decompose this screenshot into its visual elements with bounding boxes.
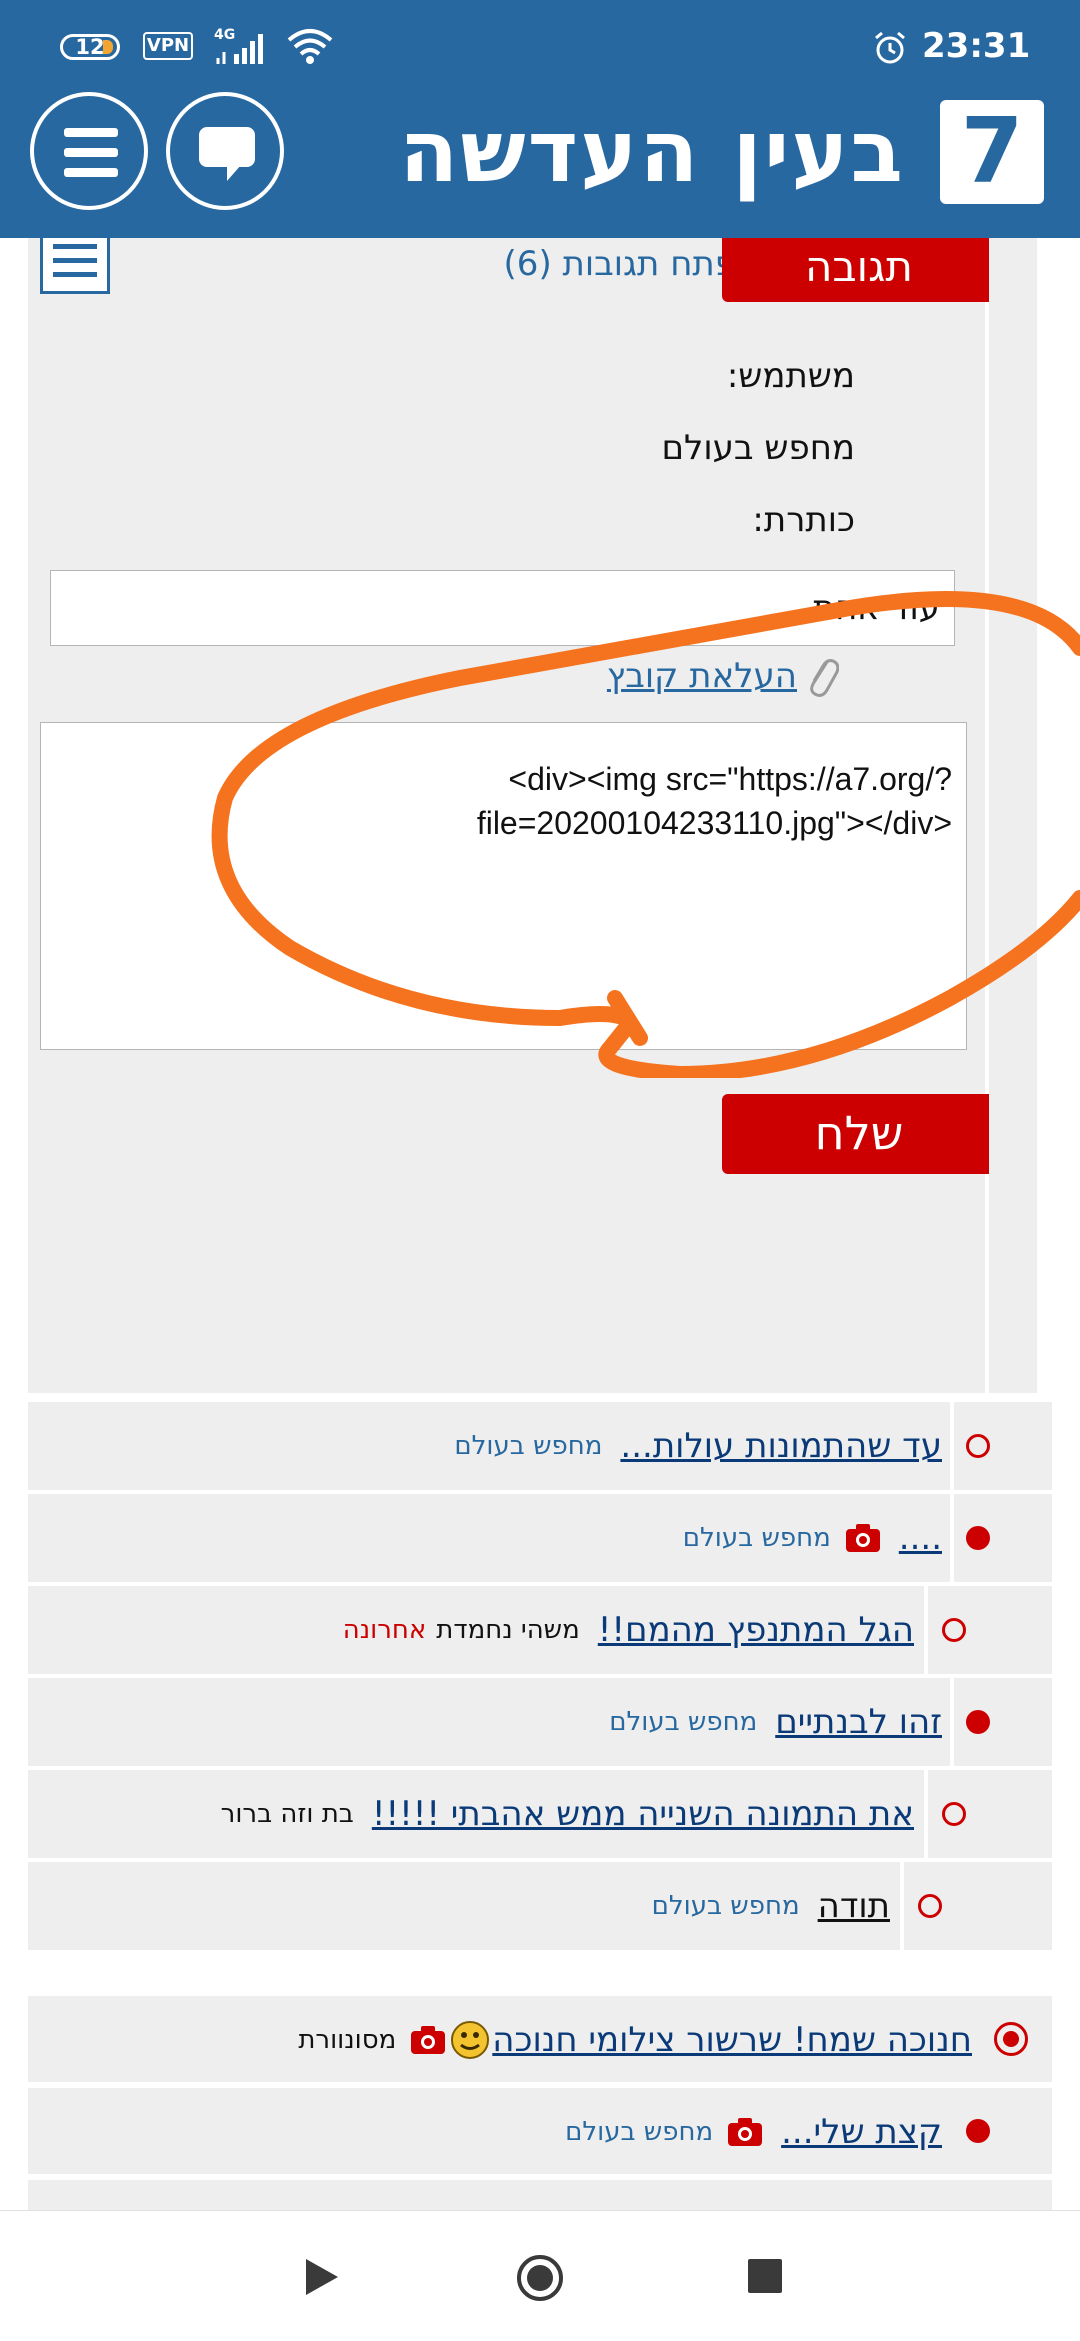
thread-title[interactable]: עד שהתמונות עולות... — [620, 1426, 942, 1466]
thread-author[interactable]: בת וזה ברור — [221, 1799, 354, 1829]
wifi-icon — [287, 29, 333, 64]
thread-title[interactable]: קצת שלי... — [781, 2112, 942, 2152]
read-dot-icon — [966, 2119, 990, 2143]
list-item[interactable]: את התמונה השנייה ממש אהבתי !!!!! בת וזה … — [28, 1770, 1052, 1858]
open-replies-link[interactable]: פתח תגובות (6) — [486, 244, 736, 284]
chat-button[interactable] — [166, 92, 284, 210]
recents-square-icon[interactable] — [748, 2259, 782, 2293]
smiley-icon — [451, 2021, 490, 2059]
thread-title[interactable]: .... — [899, 1518, 942, 1558]
unread-dot-icon — [966, 1434, 990, 1458]
thread-author[interactable]: מחפש בעולם — [683, 1523, 831, 1553]
user-label: משתמש: — [726, 356, 855, 396]
thread-title[interactable]: את התמונה השנייה ממש אהבתי !!!!! — [372, 1794, 914, 1834]
latest-label: אחרונה — [342, 1615, 427, 1645]
paperclip-icon — [810, 659, 839, 697]
list-item[interactable]: זהו לבנתיים מחפש בעולם — [28, 1678, 1052, 1766]
chat-bubble-icon — [199, 127, 255, 181]
reply-button[interactable]: תגובה — [722, 238, 996, 302]
thread-author[interactable]: מסונוורת — [298, 2025, 396, 2055]
upload-file-label: העלאת קובץ — [606, 656, 797, 696]
battery-indicator: 12 — [60, 34, 120, 60]
menu-button[interactable] — [30, 92, 148, 210]
status-bar: 12 VPN 4G 23:31 — [0, 0, 1080, 95]
thread-title[interactable]: תודה — [818, 1886, 890, 1926]
list-item[interactable]: .... מחפש בעולם — [28, 1494, 1052, 1582]
read-dot-icon — [966, 1526, 990, 1550]
message-body-textarea[interactable]: <div><img src="https://a7.org/? file=202… — [40, 722, 967, 1050]
back-triangle-icon[interactable] — [302, 2257, 342, 2297]
read-dot-icon — [966, 1710, 990, 1734]
thread-author[interactable]: משהי נחמדת — [436, 1615, 579, 1645]
unread-dot-icon — [942, 1618, 966, 1642]
alarm-icon — [875, 31, 905, 64]
list-item — [28, 2180, 1052, 2210]
signal-icon — [216, 34, 263, 64]
site-title[interactable]: בעין העדשה — [399, 100, 905, 204]
user-value: מחפש בעולם — [661, 428, 855, 468]
vpn-badge: VPN — [143, 32, 193, 60]
page-content: פתח תגובות (6) תגובה משתמש: מחפש בעולם כ… — [0, 238, 1080, 2210]
clock: 23:31 — [922, 26, 1031, 66]
system-nav-bar — [0, 2210, 1080, 2341]
upload-file-link[interactable]: העלאת קובץ — [607, 654, 839, 698]
send-button[interactable]: שלח — [722, 1094, 996, 1174]
camera-icon — [728, 2118, 763, 2146]
title-label: כותרת: — [752, 500, 855, 540]
list-item[interactable]: קצת שלי... מחפש בעולם — [28, 2088, 1052, 2174]
site-logo[interactable]: 7 — [940, 100, 1044, 204]
thread-author[interactable]: מחפש בעולם — [454, 1431, 602, 1461]
title-input[interactable]: עוד אחת — [50, 570, 955, 646]
camera-icon — [411, 2026, 446, 2054]
new-thread-dot-icon — [994, 2022, 1028, 2056]
app-header: 12 VPN 4G 23:31 7 בעין העדשה — [0, 0, 1080, 238]
list-item[interactable]: חנוכה שמח! שרשור צילומי חנוכה מסונוורת — [28, 1996, 1052, 2082]
thread-author[interactable]: מחפש בעולם — [652, 1891, 800, 1921]
reply-form-panel: פתח תגובות (6) תגובה משתמש: מחפש בעולם כ… — [28, 238, 1037, 1393]
thread-title[interactable]: זהו לבנתיים — [775, 1702, 942, 1742]
thread-title[interactable]: הגל המתנפץ מהמם!! — [598, 1610, 914, 1650]
list-item[interactable]: עד שהתמונות עולות... מחפש בעולם — [28, 1402, 1052, 1490]
thread-title[interactable]: חנוכה שמח! שרשור צילומי חנוכה — [492, 2020, 972, 2060]
home-circle-icon[interactable] — [515, 2253, 565, 2303]
unread-dot-icon — [918, 1894, 942, 1918]
list-item[interactable]: הגל המתנפץ מהמם!! משהי נחמדת אחרונה — [28, 1586, 1052, 1674]
camera-icon — [845, 1524, 880, 1552]
thread-author[interactable]: מחפש בעולם — [565, 2117, 713, 2147]
list-item[interactable]: תודה מחפש בעולם — [28, 1862, 1052, 1950]
thread-author[interactable]: מחפש בעולם — [609, 1707, 757, 1737]
unread-dot-icon — [942, 1802, 966, 1826]
hamburger-menu-icon — [64, 128, 118, 188]
list-view-icon[interactable] — [40, 238, 110, 294]
